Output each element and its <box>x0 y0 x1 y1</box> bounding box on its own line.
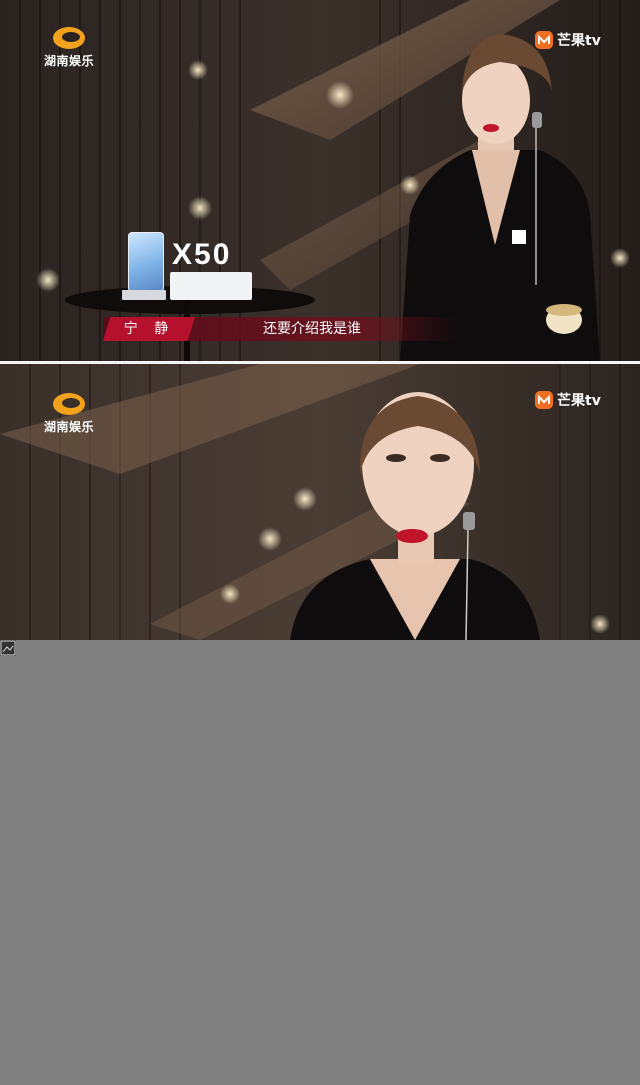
caption-bar: 宁 静 还要介绍我是谁 <box>103 317 458 341</box>
mango-tv-logo-2: 芒果tv <box>534 390 601 410</box>
hunan-logo-icon <box>53 27 85 49</box>
video-frame-1: 湖南娱乐 芒果tv X50 宁 静 还要介绍我是谁 <box>0 0 640 361</box>
hunan-logo-text-2: 湖南娱乐 <box>43 420 94 434</box>
mango-tv-icon <box>535 31 553 49</box>
phone-stand <box>122 290 166 300</box>
broken-image-icon <box>0 640 16 656</box>
mango-tv-text: 芒果tv <box>557 33 601 49</box>
mango-tv-text-2: 芒果tv <box>557 393 601 409</box>
hunan-logo-text: 湖南娱乐 <box>43 54 94 68</box>
product-name: X50 <box>172 238 232 271</box>
product-placement: X50 <box>122 228 262 304</box>
product-box <box>170 272 252 300</box>
mango-tv-icon <box>535 391 553 409</box>
phone-image <box>128 232 164 292</box>
speaker-name: 宁 静 <box>103 317 195 341</box>
subtitle-text: 还要介绍我是谁 <box>263 321 361 337</box>
mango-tv-logo: 芒果tv <box>534 30 601 50</box>
hunan-entertainment-logo-2: 湖南娱乐 <box>36 392 102 435</box>
video-frame-2: 湖南娱乐 芒果tv <box>0 364 640 640</box>
hunan-entertainment-logo: 湖南娱乐 <box>36 26 102 69</box>
hunan-logo-icon <box>53 393 85 415</box>
